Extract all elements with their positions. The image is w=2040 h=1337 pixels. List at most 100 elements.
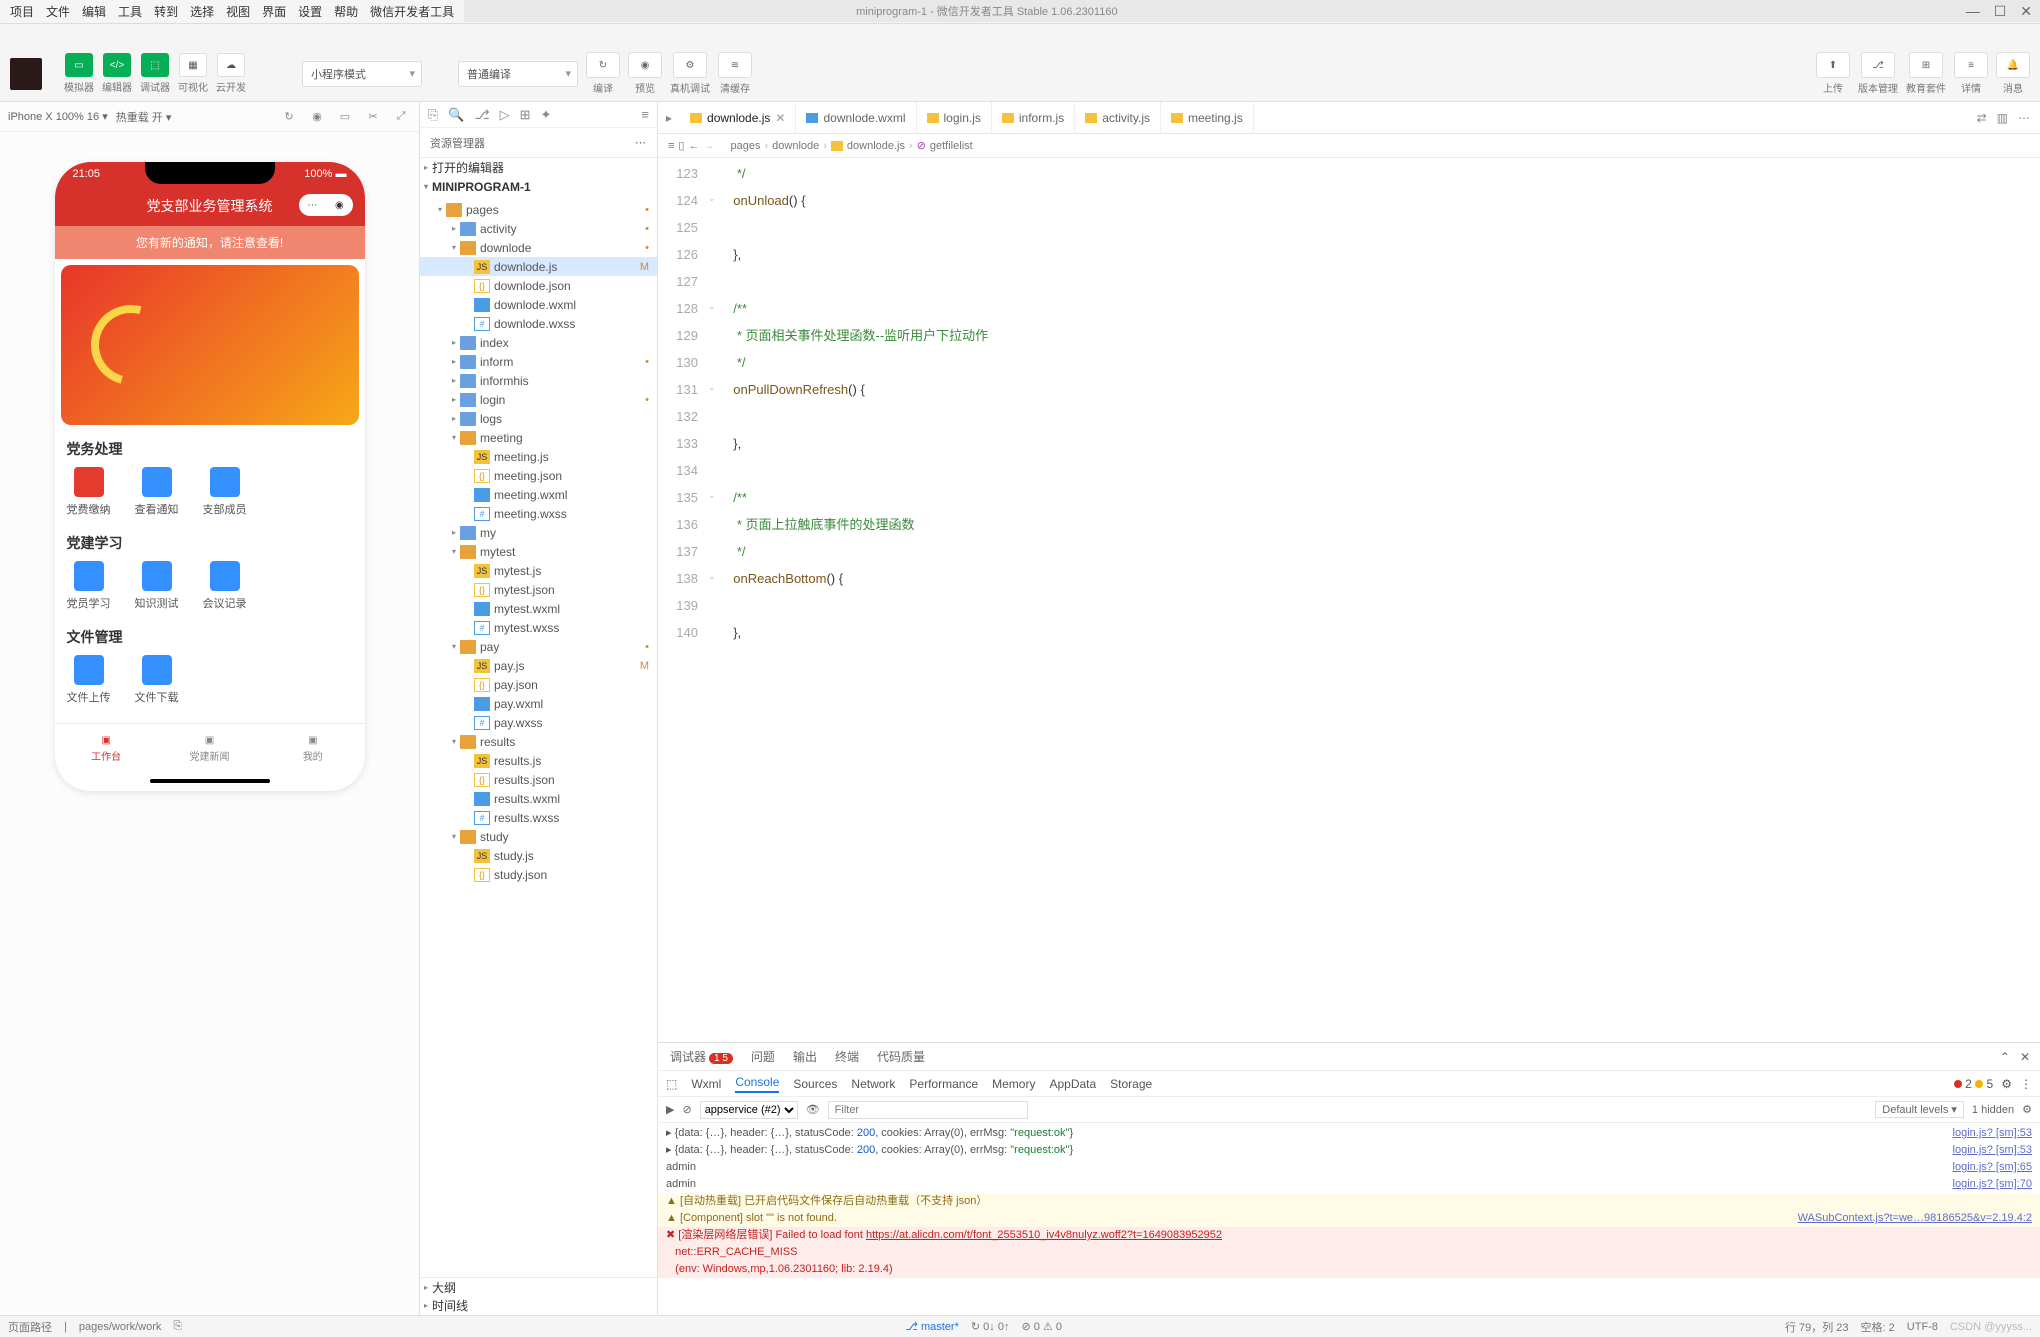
tree-file[interactable]: #downlode.wxss: [420, 314, 657, 333]
tree-folder[interactable]: ▾study: [420, 827, 657, 846]
compile-select[interactable]: 普通编译: [458, 61, 578, 87]
tree-file[interactable]: JSmytest.js: [420, 561, 657, 580]
menu-微信开发者工具[interactable]: 微信开发者工具: [364, 3, 460, 20]
log-source[interactable]: [2024, 1227, 2032, 1278]
tree-file[interactable]: {}mytest.json: [420, 580, 657, 599]
tree-file[interactable]: results.wxml: [420, 789, 657, 808]
grid-item[interactable]: 查看通知: [135, 467, 179, 517]
maximize-icon[interactable]: ☐: [1994, 3, 2007, 20]
tree-file[interactable]: JSpay.jsM: [420, 656, 657, 675]
back-icon[interactable]: ←: [688, 140, 699, 152]
devtools-more-icon[interactable]: ⋮: [2020, 1077, 2032, 1091]
section-outline[interactable]: ▸大纲: [420, 1277, 657, 1296]
close-tab-icon[interactable]: ✕: [775, 111, 785, 125]
section-project[interactable]: ▾MINIPROGRAM-1: [420, 177, 657, 196]
editor-button[interactable]: </>: [103, 53, 131, 77]
tab-debugger[interactable]: 调试器1 5: [668, 1048, 735, 1065]
branch-icon[interactable]: ⎇: [475, 107, 490, 123]
menu-项目[interactable]: 项目: [4, 3, 40, 20]
tree-folder[interactable]: ▸index: [420, 333, 657, 352]
real-debug-button[interactable]: ⚙: [673, 52, 707, 78]
menu-转到[interactable]: 转到: [148, 3, 184, 20]
editor-tab[interactable]: activity.js: [1075, 102, 1161, 133]
copy-path-icon[interactable]: ⎘: [173, 1320, 182, 1333]
grid-item[interactable]: 文件下载: [135, 655, 179, 705]
notice-bar[interactable]: 您有新的通知，请注意查看!: [55, 226, 365, 259]
tree-folder[interactable]: ▾results: [420, 732, 657, 751]
menu-工具[interactable]: 工具: [112, 3, 148, 20]
tree-folder[interactable]: ▸logs: [420, 409, 657, 428]
log-source[interactable]: login.js? [sm]:53: [1945, 1125, 2032, 1142]
console-log[interactable]: ▸ {data: {…}, header: {…}, statusCode: 2…: [658, 1123, 2040, 1315]
banner-image[interactable]: [61, 265, 359, 425]
devtab-sources[interactable]: Sources: [793, 1077, 837, 1091]
panel-more-icon[interactable]: ≡: [641, 107, 649, 122]
breadcrumb[interactable]: ≡ ▯ ← → pages› downlode› downlode.js› ⊘ …: [658, 134, 2040, 158]
close-panel-icon[interactable]: ✕: [2020, 1050, 2030, 1064]
visualize-button[interactable]: ▦: [179, 53, 207, 77]
problems-status[interactable]: ⊘ 0 ⚠ 0: [1021, 1320, 1061, 1333]
section-open-editors[interactable]: ▸打开的编辑器: [420, 158, 657, 177]
more-icon[interactable]: ⋯: [635, 136, 647, 149]
tree-file[interactable]: #pay.wxss: [420, 713, 657, 732]
editor-tab[interactable]: inform.js: [992, 102, 1075, 133]
collapse-icon[interactable]: ⌃: [2000, 1050, 2010, 1064]
mode-select[interactable]: 小程序模式: [302, 61, 422, 87]
tab-item[interactable]: ▣工作台: [55, 724, 158, 773]
tab-quality[interactable]: 代码质量: [875, 1048, 927, 1065]
phone-icon[interactable]: ▭: [335, 110, 355, 123]
branch[interactable]: ⎇ master*: [905, 1320, 959, 1333]
tab-item[interactable]: ▣党建新闻: [158, 724, 261, 773]
devtab-wxml[interactable]: Wxml: [691, 1077, 721, 1091]
tree-folder[interactable]: ▾meeting: [420, 428, 657, 447]
tree-folder[interactable]: ▾pay•: [420, 637, 657, 656]
eye-icon[interactable]: 👁: [806, 1103, 820, 1116]
grid-item[interactable]: 知识测试: [135, 561, 179, 611]
copy-icon[interactable]: ⎘: [428, 107, 438, 123]
debugger-button[interactable]: ⬚: [141, 53, 169, 77]
tree-file[interactable]: JSresults.js: [420, 751, 657, 770]
gear-icon[interactable]: ⚙: [2022, 1103, 2032, 1116]
cut-icon[interactable]: ✂: [363, 110, 383, 123]
log-source[interactable]: WASubContext.js?t=we…98186525&v=2.19.4:2: [1790, 1210, 2032, 1227]
play-icon[interactable]: ▶: [666, 1103, 674, 1116]
minimize-icon[interactable]: —: [1966, 3, 1980, 20]
menu-界面[interactable]: 界面: [256, 3, 292, 20]
context-select[interactable]: appservice (#2): [700, 1101, 798, 1119]
tab-issue[interactable]: 问题: [749, 1048, 777, 1065]
devtab-console[interactable]: Console: [735, 1075, 779, 1093]
device-select[interactable]: iPhone X 100% 16 ▾: [8, 110, 108, 123]
tree-folder[interactable]: ▸activity•: [420, 219, 657, 238]
tree-folder[interactable]: ▾pages•: [420, 200, 657, 219]
grid-item[interactable]: 支部成员: [203, 467, 247, 517]
tree-file[interactable]: {}meeting.json: [420, 466, 657, 485]
log-row[interactable]: adminlogin.js? [sm]:70: [658, 1176, 2040, 1193]
tree-folder[interactable]: ▸informhis: [420, 371, 657, 390]
editor-tab[interactable]: meeting.js: [1161, 102, 1254, 133]
filter-input[interactable]: [828, 1101, 1028, 1119]
tree-file[interactable]: JSmeeting.js: [420, 447, 657, 466]
tab-output[interactable]: 输出: [791, 1048, 819, 1065]
tree-file[interactable]: {}study.json: [420, 865, 657, 884]
extensions-icon[interactable]: ⊞: [520, 107, 531, 123]
inspect-icon[interactable]: ⬚: [666, 1077, 677, 1091]
hot-reload-select[interactable]: 热重载 开 ▾: [116, 109, 172, 125]
log-row[interactable]: ▲ [Component] slot "" is not found.WASub…: [658, 1210, 2040, 1227]
tree-folder[interactable]: ▾downlode•: [420, 238, 657, 257]
tree-folder[interactable]: ▸login•: [420, 390, 657, 409]
devtab-appdata[interactable]: AppData: [1049, 1077, 1096, 1091]
log-source[interactable]: login.js? [sm]:65: [1945, 1159, 2032, 1176]
log-row[interactable]: ▲ [自动热重载] 已开启代码文件保存后自动热重载（不支持 json）: [658, 1193, 2040, 1210]
editor-tab[interactable]: downlode.wxml: [796, 102, 916, 133]
log-source[interactable]: [2024, 1193, 2032, 1210]
sync-status[interactable]: ↻ 0↓ 0↑: [971, 1320, 1010, 1333]
menu-文件[interactable]: 文件: [40, 3, 76, 20]
devtab-storage[interactable]: Storage: [1110, 1077, 1152, 1091]
capsule[interactable]: ⋯◉: [299, 194, 353, 216]
menu-选择[interactable]: 选择: [184, 3, 220, 20]
tree-file[interactable]: {}downlode.json: [420, 276, 657, 295]
split-icon[interactable]: ▥: [1997, 111, 2008, 125]
editor-tab[interactable]: downlode.js✕: [680, 103, 796, 134]
section-timeline[interactable]: ▸时间线: [420, 1296, 657, 1315]
cloud-button[interactable]: ☁: [217, 53, 245, 77]
